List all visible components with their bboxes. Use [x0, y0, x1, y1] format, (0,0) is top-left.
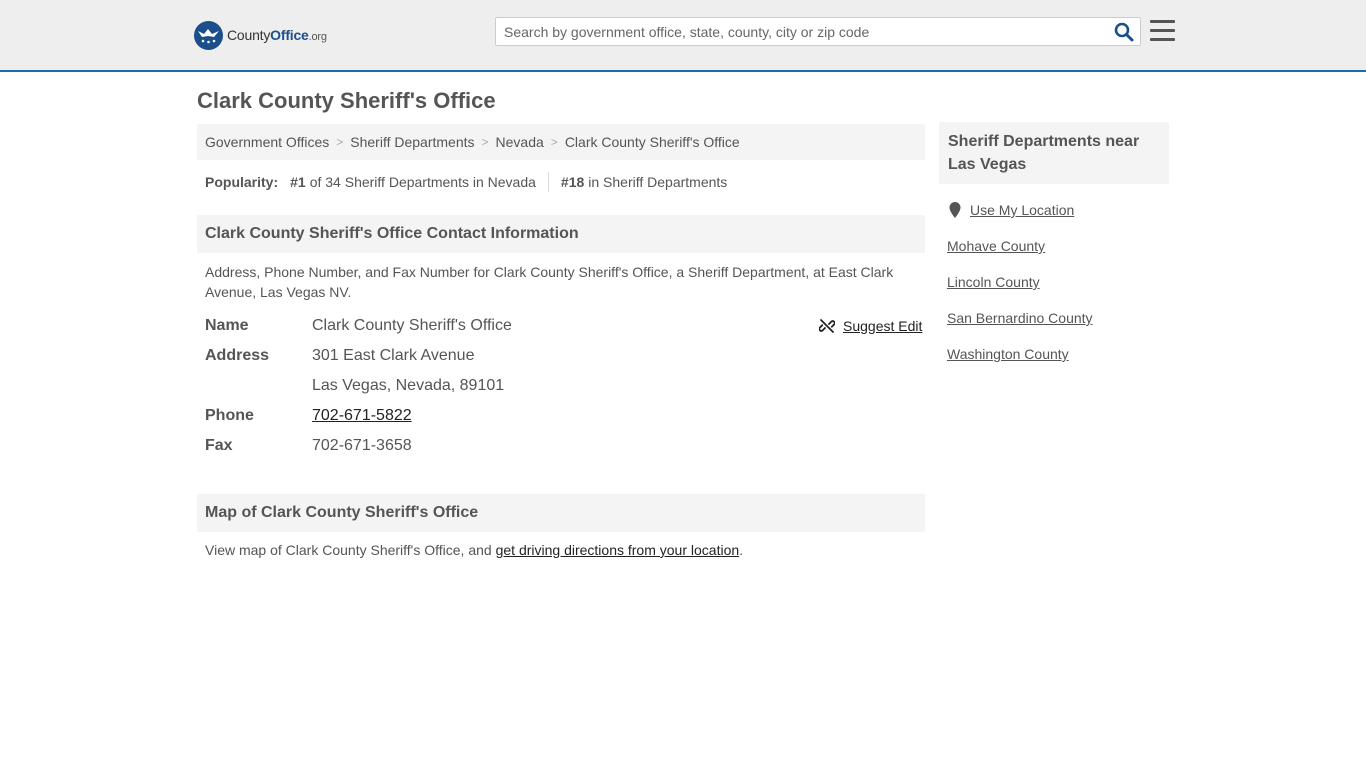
- contact-info-heading: Clark County Sheriff's Office Contact In…: [197, 215, 925, 253]
- overall-rank: #18: [560, 174, 585, 190]
- search-box: [495, 17, 1141, 46]
- chevron-right-icon: >: [336, 135, 344, 149]
- popularity-divider: [547, 172, 549, 192]
- overall-rank-text: in Sheriff Departments: [588, 174, 728, 190]
- use-my-location-label: Use My Location: [970, 202, 1075, 218]
- phone-link[interactable]: 702-671-5822: [312, 407, 412, 424]
- popularity-row: Popularity: #1 of 34 Sheriff Departments…: [205, 172, 727, 192]
- fax-value: 702-671-3658: [312, 437, 412, 454]
- suggest-edit-link[interactable]: Suggest Edit: [819, 318, 922, 334]
- breadcrumb-item-nevada[interactable]: Nevada: [496, 134, 544, 150]
- address-line2: Las Vegas, Nevada, 89101: [312, 377, 505, 394]
- name-label: Name: [205, 317, 249, 334]
- chevron-right-icon: >: [481, 135, 489, 149]
- phone-value: 702-671-5822: [312, 407, 412, 425]
- phone-label: Phone: [205, 407, 254, 424]
- menu-bar: [1150, 29, 1175, 32]
- hamburger-menu-icon[interactable]: [1150, 20, 1175, 42]
- nearby-mohave-county-link[interactable]: Mohave County: [947, 238, 1045, 254]
- breadcrumb-item-sheriff-departments[interactable]: Sheriff Departments: [350, 134, 474, 150]
- breadcrumb-item-current: Clark County Sheriff's Office: [564, 134, 740, 150]
- unlink-icon: [819, 319, 835, 333]
- map-pin-icon: [949, 202, 961, 218]
- driving-directions-link[interactable]: get driving directions from your locatio…: [496, 542, 740, 558]
- chevron-right-icon: >: [550, 135, 558, 149]
- address-line1: 301 East Clark Avenue: [312, 347, 475, 364]
- nearby-washington-county-link[interactable]: Washington County: [947, 346, 1069, 362]
- eagle-seal-icon: [194, 20, 223, 50]
- breadcrumb: Government Offices > Sheriff Departments…: [197, 124, 925, 160]
- state-rank-text: of 34 Sheriff Departments in Nevada: [309, 174, 536, 190]
- state-rank: #1: [290, 174, 306, 190]
- map-desc-suffix: .: [739, 542, 744, 558]
- top-header: CountyOffice.org: [0, 0, 1366, 72]
- site-logo[interactable]: CountyOffice.org: [194, 20, 327, 50]
- page-title: Clark County Sheriff's Office: [197, 88, 496, 113]
- nearby-san-bernardino-county-link[interactable]: San Bernardino County: [947, 310, 1093, 326]
- menu-bar: [1150, 38, 1175, 41]
- popularity-label: Popularity:: [205, 174, 279, 190]
- logo-wordmark: CountyOffice.org: [227, 27, 327, 43]
- use-my-location-link[interactable]: Use My Location: [949, 202, 1074, 218]
- breadcrumb-item-government-offices[interactable]: Government Offices: [205, 134, 329, 150]
- map-description: View map of Clark County Sheriff's Offic…: [205, 540, 917, 560]
- address-label: Address: [205, 347, 270, 364]
- contact-description: Address, Phone Number, and Fax Number fo…: [205, 264, 894, 300]
- map-desc-prefix: View map of Clark County Sheriff's Offic…: [205, 542, 496, 558]
- suggest-edit-label: Suggest Edit: [843, 318, 923, 334]
- search-input[interactable]: [496, 18, 1106, 45]
- search-icon[interactable]: [1114, 22, 1134, 42]
- name-value: Clark County Sheriff's Office: [312, 317, 512, 334]
- nearby-lincoln-county-link[interactable]: Lincoln County: [947, 274, 1040, 290]
- map-heading: Map of Clark County Sheriff's Office: [197, 494, 925, 532]
- menu-bar: [1150, 20, 1175, 23]
- sidebar-heading: Sheriff Departments near Las Vegas: [939, 122, 1169, 184]
- fax-label: Fax: [205, 437, 233, 454]
